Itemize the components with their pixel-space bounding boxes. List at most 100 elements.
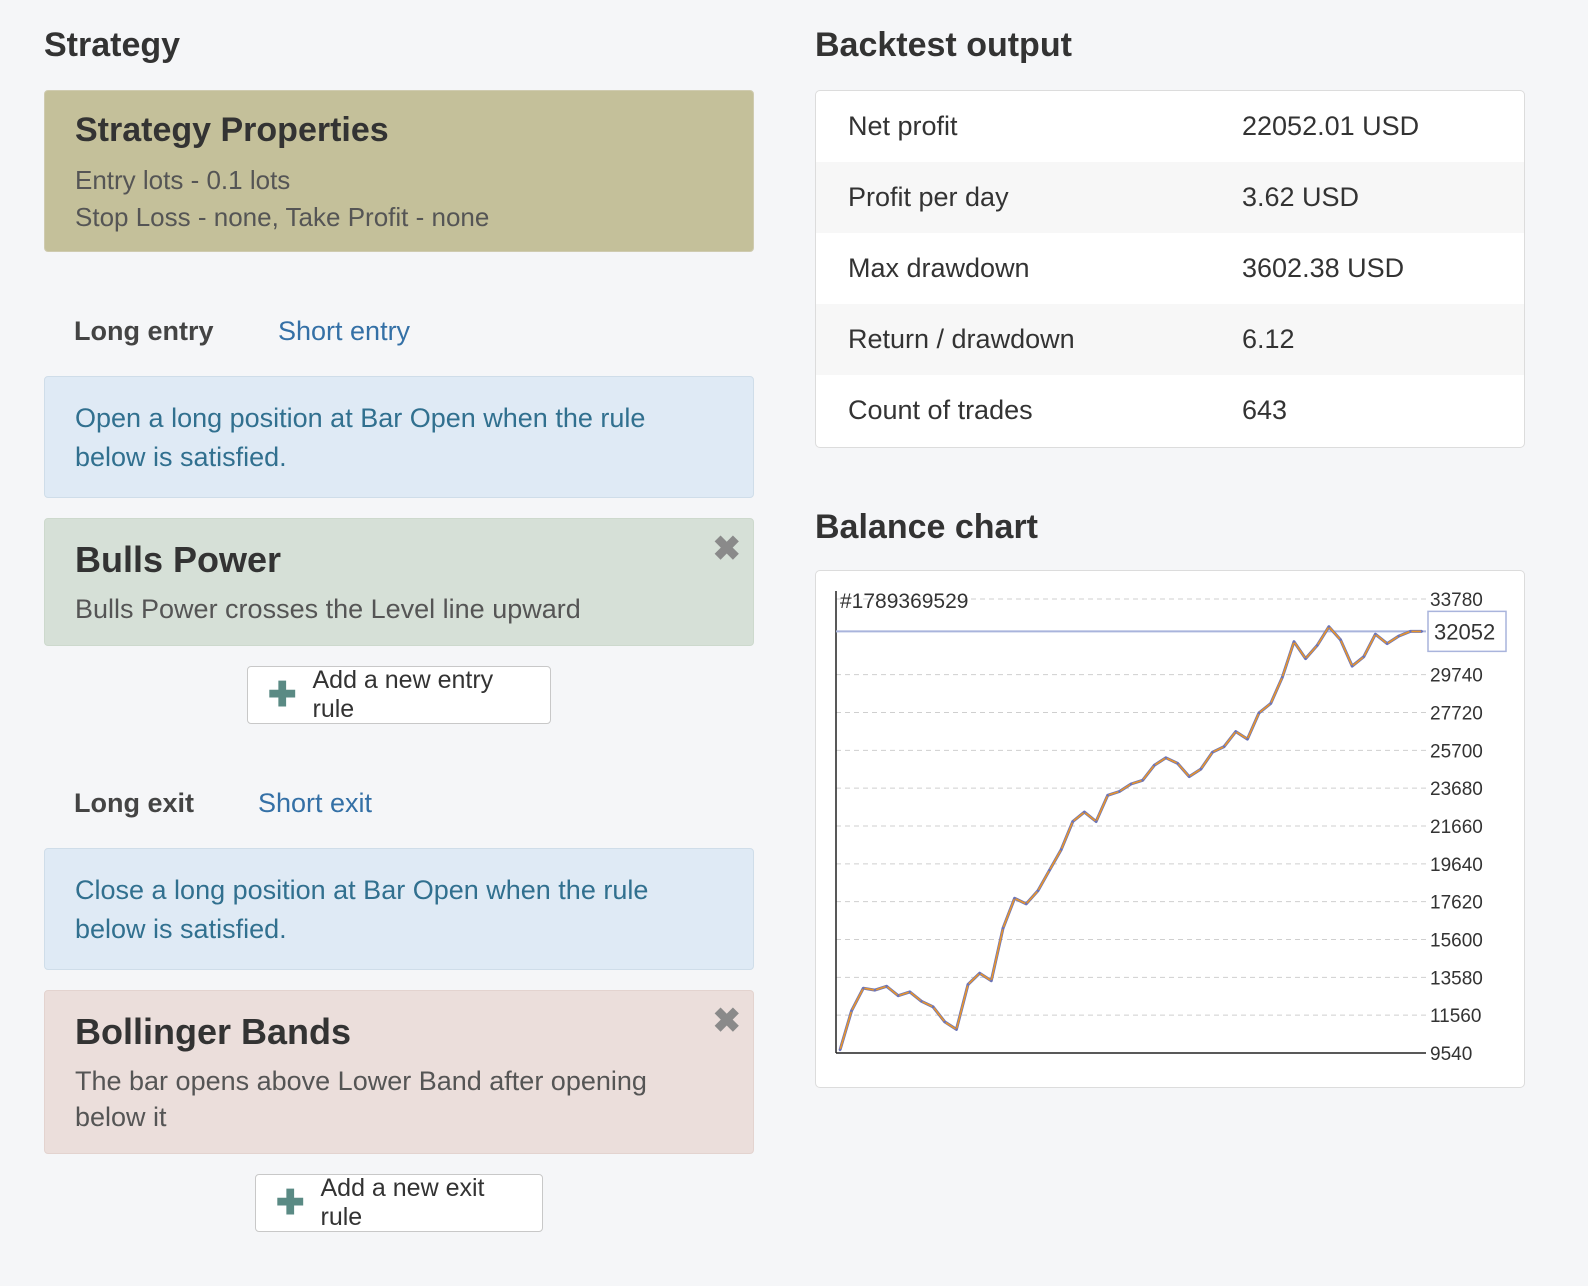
add-exit-rule-button[interactable]: ✚ Add a new exit rule <box>255 1174 543 1232</box>
balance-point <box>1409 630 1412 633</box>
balance-point <box>1420 630 1424 633</box>
stat-value: 6.12 <box>1242 324 1295 354</box>
entry-rule-card[interactable]: Bulls Power Bulls Power crosses the Leve… <box>44 518 754 646</box>
tab-short-entry[interactable]: Short entry <box>278 316 410 347</box>
balance-point <box>1048 869 1051 872</box>
balance-point <box>1385 642 1389 645</box>
y-tick-label: 13580 <box>1430 968 1483 989</box>
stat-value: 3.62 USD <box>1242 182 1360 212</box>
balance-point <box>838 1048 842 1052</box>
balance-point <box>931 1005 935 1009</box>
table-row: Return / drawdown 6.12 <box>816 304 1524 375</box>
plus-icon: ✚ <box>276 1184 305 1222</box>
table-row: Max drawdown 3602.38 USD <box>816 233 1524 304</box>
balance-point <box>897 994 900 997</box>
balance-point <box>1246 737 1249 741</box>
stat-value: 3602.38 USD <box>1242 253 1405 283</box>
y-tick-label: 23680 <box>1430 779 1483 800</box>
stat-value: 22052.01 USD <box>1242 111 1420 141</box>
stat-label: Return / drawdown <box>848 324 1075 354</box>
y-tick-label: 15600 <box>1430 931 1483 952</box>
entry-info-text: Open a long position at Bar Open when th… <box>75 403 646 472</box>
balance-point <box>990 979 993 982</box>
balance-chart-heading: Balance chart <box>815 508 1038 546</box>
balance-point <box>1001 927 1005 930</box>
entry-lots-text: Entry lots - 0.1 lots <box>75 165 291 195</box>
backtest-heading: Backtest output <box>815 26 1072 64</box>
balance-point <box>1106 794 1109 797</box>
current-value-label: 32052 <box>1434 619 1495 644</box>
table-row: Count of trades 643 <box>816 375 1524 446</box>
balance-point <box>850 1009 853 1012</box>
balance-point <box>908 990 911 994</box>
exit-rule-card[interactable]: Bollinger Bands The bar opens above Lowe… <box>44 990 754 1154</box>
balance-point <box>1257 711 1261 715</box>
balance-point <box>1397 634 1400 638</box>
balance-point <box>1339 638 1342 641</box>
strategy-properties-title: Strategy Properties <box>75 111 389 149</box>
balance-point <box>1292 640 1296 643</box>
balance-point <box>1141 779 1144 782</box>
stat-label: Max drawdown <box>848 253 1030 283</box>
balance-point <box>1199 767 1202 771</box>
chart-title: #1789369529 <box>840 590 968 613</box>
table-row: Net profit 22052.01 USD <box>816 91 1524 162</box>
balance-point <box>943 1020 946 1024</box>
balance-point <box>1281 676 1284 679</box>
balance-point <box>1118 790 1121 793</box>
stat-label: Profit per day <box>848 182 1009 212</box>
balance-point <box>1362 655 1365 658</box>
add-exit-rule-label: Add a new exit rule <box>320 1174 485 1231</box>
stop-loss-text: Stop Loss - none, Take Profit - none <box>75 202 490 232</box>
balance-point <box>1234 730 1237 733</box>
exit-rule-title: Bollinger Bands <box>75 1011 352 1052</box>
backtest-stats-table: Net profit 22052.01 USD Profit per day 3… <box>815 90 1525 448</box>
exit-info-text: Close a long position at Bar Open when t… <box>75 875 649 944</box>
balance-point <box>955 1028 958 1031</box>
balance-point <box>862 987 865 990</box>
tab-long-exit[interactable]: Long exit <box>74 788 194 819</box>
table-row: Profit per day 3.62 USD <box>816 162 1524 233</box>
balance-point <box>1222 745 1226 748</box>
balance-point <box>1316 644 1319 647</box>
balance-chart[interactable]: 33780 29740 27720 25700 23680 21660 19640 17620… <box>816 571 1522 1085</box>
tab-short-exit[interactable]: Short exit <box>258 788 372 819</box>
y-tick-label: 11560 <box>1430 1006 1481 1027</box>
y-tick-label: 19640 <box>1430 855 1483 876</box>
add-entry-rule-button[interactable]: ✚ Add a new entry rule <box>247 666 551 724</box>
balance-point <box>1211 751 1214 754</box>
balance-point <box>1351 664 1354 668</box>
exit-tabs: Long exit Short exit <box>44 788 754 828</box>
y-tick-label: 25700 <box>1430 741 1483 762</box>
entry-tabs: Long entry Short entry <box>44 316 754 356</box>
balance-point <box>885 985 888 988</box>
balance-point <box>1164 756 1168 759</box>
exit-rule-description: The bar opens above Lower Band after ope… <box>75 1066 647 1132</box>
stat-label: Count of trades <box>848 395 1033 425</box>
balance-point <box>1036 889 1040 892</box>
tab-long-entry[interactable]: Long entry <box>74 316 214 347</box>
entry-rule-title: Bulls Power <box>75 539 282 580</box>
add-entry-rule-label: Add a new entry rule <box>312 666 494 723</box>
y-tick-label: 9540 <box>1430 1044 1472 1065</box>
balance-line <box>839 625 1422 1051</box>
balance-point <box>873 988 877 992</box>
y-tick-label: 17620 <box>1430 893 1483 914</box>
balance-point <box>1025 902 1028 906</box>
balance-point <box>1176 762 1179 765</box>
balance-point <box>1060 848 1063 851</box>
strategy-heading: Strategy <box>44 26 181 64</box>
exit-info-box: Close a long position at Bar Open when t… <box>44 848 754 970</box>
balance-point <box>1094 820 1098 823</box>
balance-point <box>920 1000 923 1003</box>
y-tick-label: 29740 <box>1430 666 1483 687</box>
balance-point <box>1071 820 1074 823</box>
y-tick-label: 21660 <box>1430 817 1483 838</box>
balance-point <box>966 983 970 986</box>
y-tick-label: 27720 <box>1430 704 1483 725</box>
strategy-properties-panel[interactable]: Strategy Properties Entry lots - 0.1 lot… <box>44 90 754 252</box>
remove-exit-rule-icon[interactable]: ✖ <box>713 1001 742 1041</box>
balance-point <box>1304 657 1307 660</box>
remove-entry-rule-icon[interactable]: ✖ <box>713 529 742 569</box>
balance-point <box>1374 633 1377 636</box>
